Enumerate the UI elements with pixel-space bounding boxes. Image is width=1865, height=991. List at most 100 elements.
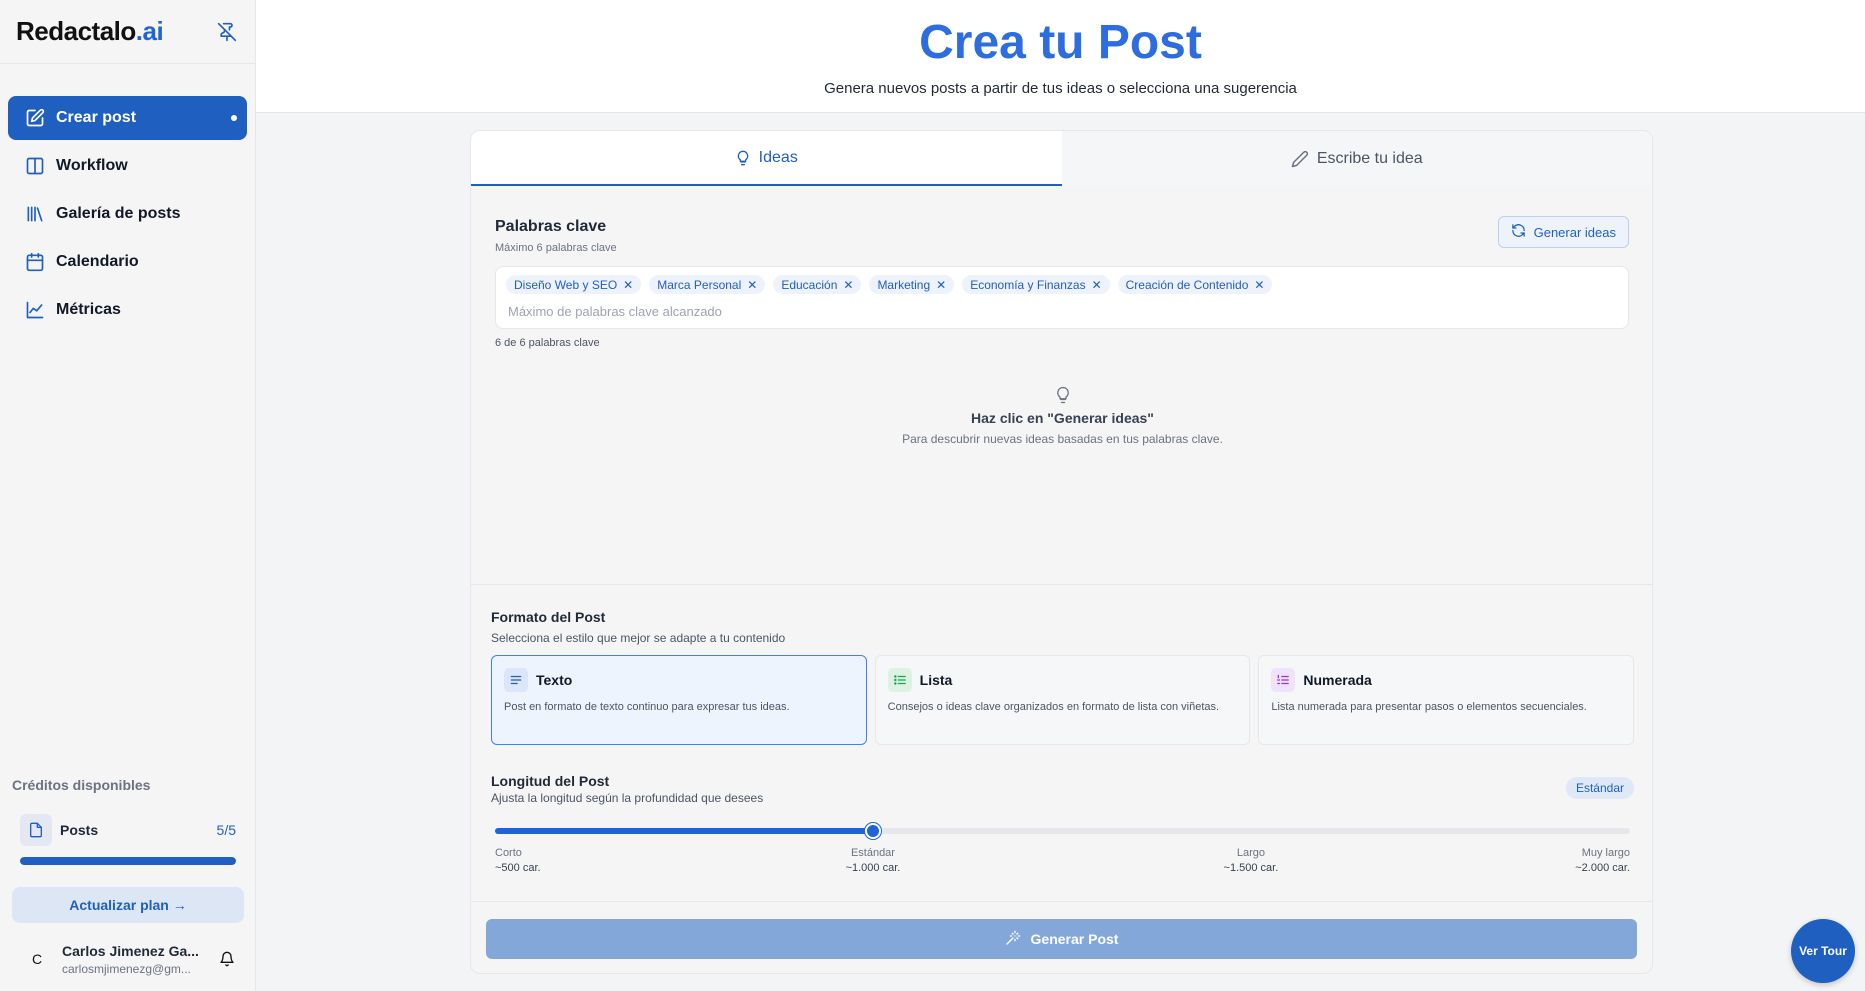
- format-description: Selecciona el estilo que mejor se adapte…: [491, 631, 786, 645]
- page-header: Crea tu Post Genera nuevos posts a parti…: [256, 0, 1865, 113]
- stop-chars: ~1.000 car.: [845, 862, 901, 874]
- format-desc: Consejos o ideas clave organizados en fo…: [887, 701, 1220, 713]
- length-stop: Estándar ~1.000 car.: [846, 847, 901, 874]
- remove-chip-icon[interactable]: ✕: [843, 278, 853, 292]
- format-section: Formato del Post Selecciona el estilo qu…: [491, 609, 1635, 745]
- remove-chip-icon[interactable]: ✕: [1092, 278, 1102, 292]
- app-logo[interactable]: Redactalo.ai: [16, 16, 164, 47]
- format-option-numerada[interactable]: Numerada Lista numerada para presentar p…: [1258, 655, 1635, 745]
- generate-ideas-button[interactable]: Generar ideas: [1497, 216, 1629, 248]
- credit-progress-fill: [20, 857, 236, 865]
- keyword-chip: Diseño Web y SEO ✕: [506, 275, 642, 294]
- generate-post-label: Generar Post: [1030, 931, 1119, 947]
- length-title: Longitud del Post: [491, 773, 610, 789]
- edit-icon: [24, 107, 46, 129]
- tab-ideas[interactable]: Ideas: [471, 131, 1062, 186]
- chip-label: Creación de Contenido: [1125, 277, 1249, 292]
- stop-chars: ~1.500 car.: [1223, 862, 1279, 874]
- file-icon: [20, 814, 52, 846]
- format-name: Texto: [536, 672, 573, 688]
- remove-chip-icon[interactable]: ✕: [747, 278, 757, 292]
- refresh-icon: [1511, 223, 1526, 241]
- empty-state-title: Haz clic en "Generar ideas": [971, 410, 1154, 426]
- credit-count: 5/5: [216, 822, 236, 838]
- chip-label: Marketing: [877, 277, 931, 292]
- keyword-chip: Marca Personal ✕: [649, 275, 766, 294]
- sidebar-item-label: Workflow: [56, 157, 128, 174]
- length-stops: Corto ~500 car. Estándar ~1.000 car. Lar…: [495, 847, 1630, 883]
- length-stop: Corto ~500 car.: [495, 847, 541, 874]
- remove-chip-icon[interactable]: ✕: [936, 278, 946, 292]
- format-option-texto[interactable]: Texto Post en formato de texto continuo …: [491, 655, 867, 745]
- pencil-icon: [1291, 150, 1309, 168]
- lightbulb-icon: [735, 150, 751, 166]
- remove-chip-icon[interactable]: ✕: [623, 278, 633, 292]
- stop-name: Muy largo: [1581, 847, 1630, 859]
- slider-thumb[interactable]: [864, 823, 881, 839]
- sidebar-item-label: Galería de posts: [56, 205, 181, 222]
- sidebar-item-calendario[interactable]: Calendario: [8, 240, 247, 284]
- length-stop: Largo ~1.500 car.: [1224, 847, 1279, 874]
- keywords-input[interactable]: Máximo de palabras clave alcanzado: [506, 304, 1618, 319]
- sidebar-item-workflow[interactable]: Workflow: [8, 144, 247, 188]
- tab-label: Ideas: [758, 148, 798, 166]
- credit-posts-row: Posts 5/5: [12, 813, 244, 847]
- chip-label: Economía y Finanzas: [970, 277, 1086, 292]
- keyword-chips: Diseño Web y SEO ✕ Marca Personal ✕ Educac…: [506, 275, 1618, 294]
- stop-name: Estándar: [850, 847, 895, 859]
- stop-chars: ~2.000 car.: [1575, 862, 1630, 874]
- tab-escribe-idea[interactable]: Escribe tu idea: [1061, 131, 1652, 186]
- columns-icon: [24, 155, 46, 177]
- sidebar-item-metricas[interactable]: Métricas: [8, 288, 247, 332]
- footer-divider: [471, 901, 1652, 902]
- list-icon: [887, 668, 912, 692]
- sidebar-item-galeria[interactable]: Galería de posts: [8, 192, 247, 236]
- stop-name: Largo: [1236, 847, 1265, 859]
- tour-button[interactable]: Ver Tour: [1791, 919, 1855, 983]
- keywords-header: Palabras clave Máximo 6 palabras clave G…: [495, 216, 1629, 254]
- magic-wand-icon: [1005, 930, 1021, 949]
- keywords-section: Palabras clave Máximo 6 palabras clave G…: [495, 216, 1629, 349]
- sidebar-item-label: Crear post: [56, 109, 137, 126]
- keyword-chip: Educación ✕: [773, 275, 862, 294]
- logo-suffix: .ai: [135, 16, 164, 46]
- pin-off-icon[interactable]: [215, 20, 239, 44]
- chip-label: Marca Personal: [657, 277, 742, 292]
- user-email: carlosmjimenezg@gm...: [62, 961, 191, 976]
- generate-ideas-label: Generar ideas: [1533, 224, 1616, 240]
- keyword-chip: Creación de Contenido ✕: [1117, 275, 1273, 294]
- page-subtitle: Genera nuevos posts a partir de tus idea…: [824, 80, 1297, 97]
- format-option-lista[interactable]: Lista Consejos o ideas clave organizados…: [874, 655, 1251, 745]
- chip-label: Diseño Web y SEO: [514, 277, 618, 292]
- credits-title: Créditos disponibles: [12, 777, 151, 793]
- text-align-icon: [504, 668, 528, 692]
- upgrade-plan-button[interactable]: Actualizar plan →: [12, 887, 244, 923]
- keywords-input-box[interactable]: Diseño Web y SEO ✕ Marca Personal ✕ Educac…: [495, 266, 1629, 329]
- chart-line-icon: [24, 299, 46, 321]
- length-slider[interactable]: [495, 823, 1630, 839]
- keywords-title: Palabras clave: [495, 218, 607, 235]
- logo-row: Redactalo.ai: [0, 0, 255, 64]
- credit-progress-bar: [20, 857, 236, 865]
- empty-state-description: Para descubrir nuevas ideas basadas en t…: [902, 432, 1223, 446]
- tabs: Ideas Escribe tu idea: [471, 131, 1652, 186]
- format-title: Formato del Post: [491, 609, 606, 625]
- remove-chip-icon[interactable]: ✕: [1254, 278, 1264, 292]
- active-dot: [231, 115, 237, 121]
- slider-fill: [495, 828, 873, 834]
- avatar: C: [31, 951, 43, 967]
- credit-label: Posts: [60, 822, 99, 838]
- keywords-hint: Máximo 6 palabras clave: [495, 242, 617, 254]
- create-post-card: Ideas Escribe tu idea Palabras clave Máx…: [470, 130, 1653, 974]
- main-content: Crea tu Post Genera nuevos posts a parti…: [256, 0, 1865, 991]
- generate-post-button[interactable]: Generar Post: [486, 919, 1637, 959]
- sidebar-item-label: Métricas: [56, 301, 121, 318]
- format-name: Lista: [919, 672, 953, 688]
- user-profile[interactable]: C Carlos Jimenez Ga... carlosmjimenezg@g…: [12, 927, 244, 991]
- tab-label: Escribe tu idea: [1316, 149, 1423, 167]
- sidebar-nav: Crear post Workflow Galería de posts Cal…: [0, 64, 255, 332]
- bell-icon[interactable]: [216, 948, 238, 970]
- ideas-empty-state: Haz clic en "Generar ideas" Para descubr…: [471, 386, 1652, 446]
- length-stop: Muy largo ~2.000 car.: [1575, 847, 1630, 874]
- sidebar-item-crear-post[interactable]: Crear post: [8, 96, 247, 140]
